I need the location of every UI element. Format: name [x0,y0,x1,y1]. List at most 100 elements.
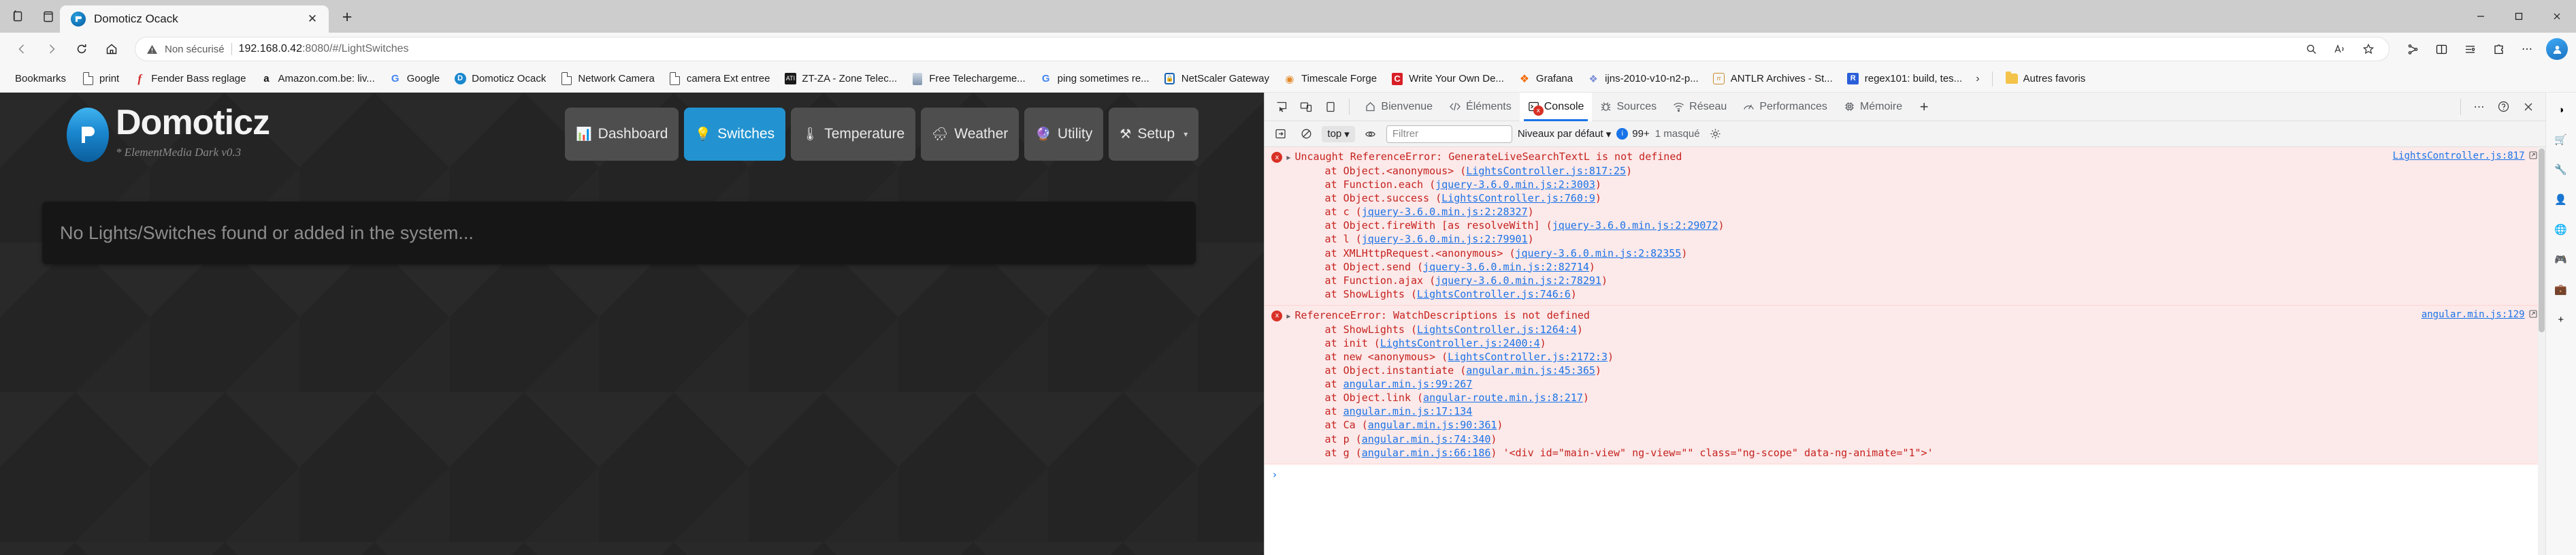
execution-context-selector[interactable]: top ▾ [1322,125,1355,142]
bookmark-item[interactable]: C Write Your Own De... [1384,69,1511,89]
domoticz-tab-dashboard[interactable]: 📊 Dashboard [565,108,679,161]
console-error-message[interactable]: x ▸ Uncaught ReferenceError: GenerateLiveS… [1265,147,2545,306]
read-aloud-icon[interactable] [2326,35,2353,63]
game-icon[interactable]: 🎮 [2551,249,2571,270]
new-tab-button[interactable]: + [333,3,361,31]
console-error-message[interactable]: x ▸ ReferenceError: WatchDescriptions is n… [1265,305,2545,464]
maximize-button[interactable] [2500,0,2538,33]
console-message-source-link[interactable]: LightsController.js:817 [2393,150,2525,161]
address-bar[interactable]: Non sécurisé 192.168.0.42:8080/#/LightSw… [135,37,2390,61]
stack-frame-link[interactable]: angular.min.js:66:186 [1362,447,1491,459]
bookmark-item[interactable]: D Domoticz Ocack [446,69,553,89]
devtools-close-icon[interactable] [2517,95,2540,118]
devtools-tab-mmoire[interactable]: Mémoire [1836,93,1910,121]
stack-frame-link[interactable]: LightsController.js:760:9 [1441,192,1595,204]
stack-frame-link[interactable]: angular-route.min.js:8:217 [1423,392,1583,404]
domoticz-tab-switches[interactable]: 💡 Switches [684,108,786,161]
stack-frame-link[interactable]: jquery-3.6.0.min.js:2:29072 [1552,219,1718,232]
devtools-tab-console[interactable]: x Console [1519,92,1593,121]
bookmark-item[interactable]: ATI ZT-ZA - Zone Telec... [777,69,904,89]
stack-frame-link[interactable]: jquery-3.6.0.min.js:2:82355 [1516,247,1682,259]
bookmark-item[interactable]: Gping sometimes re... [1032,69,1156,89]
error-count-badge[interactable]: i 99+ [1616,128,1650,140]
domoticz-tab-weather[interactable]: 🌧 Weather [921,108,1020,161]
globe-icon[interactable]: 🌐 [2551,219,2571,240]
devtools-help-icon[interactable] [2492,95,2515,118]
stack-frame-link[interactable]: LightsController.js:817:25 [1466,165,1626,177]
back-icon[interactable] [8,35,35,63]
domoticz-tab-temperature[interactable]: 🌡 Temperature [791,108,916,161]
profile-avatar[interactable] [2546,38,2568,60]
gear-icon[interactable] [1706,125,1726,144]
console-scrollbar-thumb[interactable] [2538,148,2545,332]
bookmark-item[interactable]: G Google [382,69,446,89]
open-in-sources-icon[interactable] [2528,310,2537,320]
stack-frame-link[interactable]: jquery-3.6.0.min.js:2:78291 [1435,274,1601,287]
bookmark-item[interactable]: 🔒 NetScaler Gateway [1156,69,1276,89]
clear-console-icon[interactable] [1270,125,1290,144]
close-window-button[interactable] [2538,0,2576,33]
add-panel-button[interactable]: + [1912,95,1936,119]
user-icon[interactable]: 👤 [2551,189,2571,210]
stack-frame-link[interactable]: jquery-3.6.0.min.js:2:79901 [1362,233,1528,245]
bookmark-item[interactable]: ◉ Timescale Forge [1276,69,1384,89]
devtools-tab-rseau[interactable]: Réseau [1665,93,1735,121]
stack-frame-link[interactable]: angular.min.js:17:134 [1343,405,1473,417]
no-entry-icon[interactable] [1296,125,1316,144]
stack-frame-link[interactable]: LightsController.js:2400:4 [1380,337,1540,349]
stack-frame-link[interactable]: LightsController.js:746:6 [1417,288,1571,300]
log-levels-selector[interactable]: Niveaux par défaut ▾ [1518,128,1611,140]
browser-essentials-icon[interactable] [2456,35,2483,63]
not-secure-warning-icon[interactable] [146,44,158,55]
devtools-tab-bienvenue[interactable]: Bienvenue [1356,93,1441,121]
devtools-tab-performances[interactable]: Performances [1735,93,1836,121]
devtools-tab-lments[interactable]: Éléments [1441,93,1520,121]
bookmark-item[interactable]: ❖ Grafana [1511,69,1580,89]
live-expression-icon[interactable] [1360,125,1381,144]
console-messages[interactable]: x ▸ Uncaught ReferenceError: GenerateLiveS… [1265,147,2545,555]
split-screen-icon[interactable] [2428,35,2455,63]
stack-frame-link[interactable]: angular.min.js:99:267 [1343,378,1473,390]
expand-arrow-icon[interactable]: ▸ [1286,153,1290,162]
console-filter-input[interactable] [1386,125,1512,143]
stack-frame-link[interactable]: angular.min.js:45:365 [1466,364,1595,377]
stack-frame-link[interactable]: jquery-3.6.0.min.js:2:3003 [1435,178,1595,191]
close-tab-icon[interactable]: ✕ [303,10,322,29]
search-icon[interactable] [2298,35,2325,63]
settings-more-icon[interactable]: ⋯ [2513,35,2541,63]
other-favorites-folder[interactable]: Autres favoris [1998,69,2093,89]
bookmark-item[interactable]: Free Telechargeme... [904,69,1032,89]
favorite-star-icon[interactable] [2355,35,2382,63]
browser-tab[interactable]: Domoticz Ocack ✕ [60,5,329,33]
stack-frame-link[interactable]: jquery-3.6.0.min.js:2:28327 [1362,206,1528,218]
stack-frame-link[interactable]: LightsController.js:2172:3 [1448,351,1608,363]
bag-icon[interactable]: 💼 [2551,279,2571,300]
console-message-source-link[interactable]: angular.min.js:129 [2422,309,2525,320]
console-prompt[interactable]: › [1265,464,2545,485]
domoticz-tab-setup[interactable]: ⚒ Setup ▾ [1109,108,1199,161]
device-toolbar-icon[interactable] [1294,95,1318,118]
bookmark-item[interactable]: Network Camera [553,69,662,89]
forward-icon[interactable] [38,35,65,63]
bookmark-item[interactable]: Rregex101: build, tes... [1840,69,1969,89]
tab-actions-icon[interactable] [10,7,27,25]
bookmark-item[interactable]: camera Ext entree [662,69,777,89]
bookmark-item[interactable]: f Fender Bass reglage [126,69,252,89]
stack-frame-link[interactable]: LightsController.js:1264:4 [1417,323,1577,336]
stack-frame-link[interactable]: jquery-3.6.0.min.js:2:82714 [1423,261,1589,273]
bookmark-item[interactable]: a Amazon.com.be: liv... [252,69,381,89]
tools-icon[interactable]: 🔧 [2551,159,2571,180]
dock-side-icon[interactable] [1319,95,1342,118]
inspect-element-icon[interactable] [1270,95,1293,118]
open-in-sources-icon[interactable] [2528,151,2537,161]
console-scrollbar[interactable] [2537,147,2545,555]
bookmark-item[interactable]: print [74,69,126,89]
copilot-icon[interactable]: ◑ [2551,99,2571,120]
minimize-button[interactable] [2462,0,2500,33]
devtools-tab-sources[interactable]: Sources [1592,93,1665,121]
vertical-tabs-icon[interactable] [39,7,57,25]
collections-icon[interactable] [2399,35,2426,63]
expand-arrow-icon[interactable]: ▸ [1286,311,1290,321]
devtools-more-icon[interactable]: ⋯ [2468,95,2491,118]
home-icon[interactable] [98,35,125,63]
